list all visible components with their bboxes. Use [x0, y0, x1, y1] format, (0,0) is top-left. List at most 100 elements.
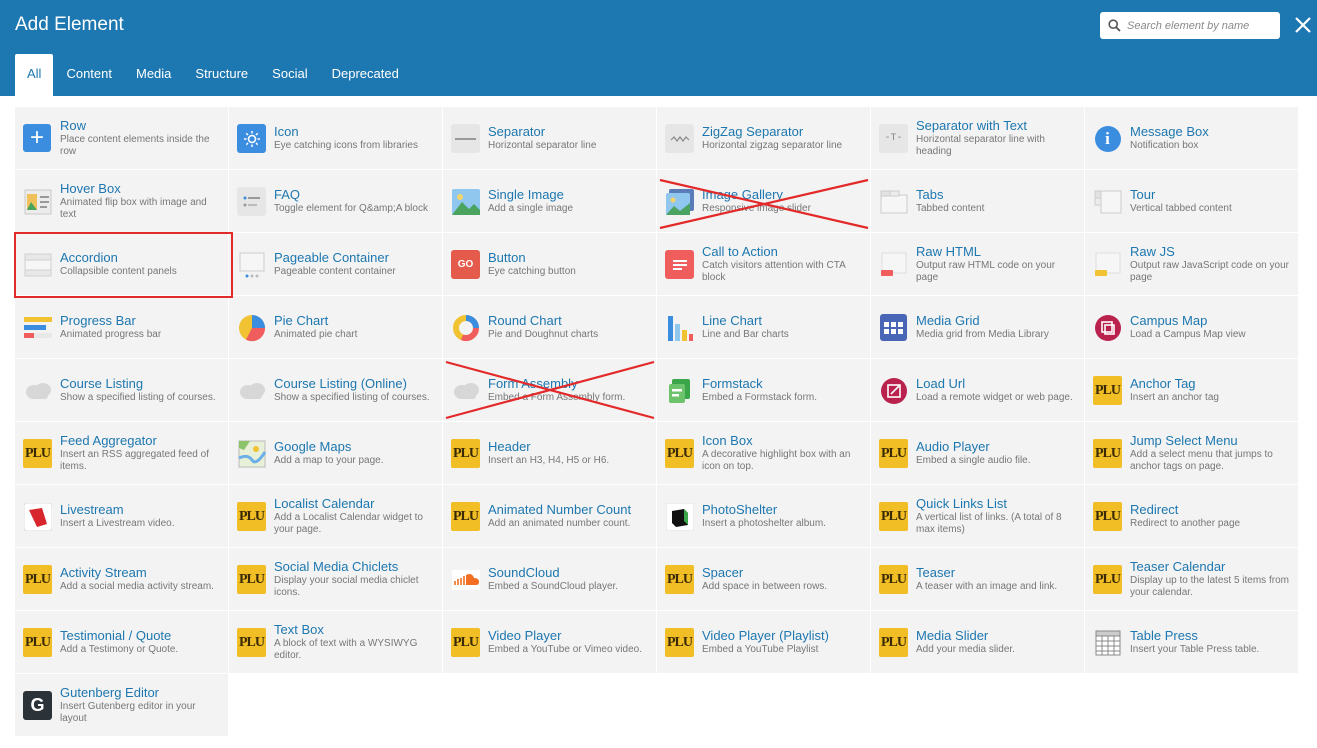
element-description: Horizontal zigzag separator line: [702, 140, 843, 151]
element-card-separator[interactable]: Separator Horizontal separator line: [443, 107, 656, 169]
element-card-animated-number-count[interactable]: PLU Animated Number Count Add an animated …: [443, 485, 656, 547]
element-card-table-press[interactable]: Table Press Insert your Table Press table…: [1085, 611, 1298, 673]
element-card-tabs[interactable]: Tabs Tabbed content: [871, 170, 1084, 232]
element-name: Livestream: [60, 502, 124, 517]
element-card-testimonial-quote[interactable]: PLU Testimonial / Quote Add a Testimony or…: [15, 611, 228, 673]
element-card-livestream[interactable]: Livestream Insert a Livestream video.: [15, 485, 228, 547]
element-card-icon[interactable]: Icon Eye catching icons from libraries: [229, 107, 442, 169]
element-name: Round Chart: [488, 313, 562, 328]
tab-social[interactable]: Social: [260, 54, 319, 96]
element-card-media-grid[interactable]: Media Grid Media grid from Media Library: [871, 296, 1084, 358]
element-name: Raw HTML: [916, 244, 982, 259]
element-name: Gutenberg Editor: [60, 685, 160, 700]
element-card-accordion[interactable]: Accordion Collapsible content panels: [15, 233, 228, 295]
element-description: Catch visitors attention with CTA block: [702, 260, 846, 283]
element-description: Tabbed content: [916, 203, 985, 214]
plu-logo-icon: PLU: [1093, 502, 1122, 531]
search-box[interactable]: [1100, 12, 1280, 39]
element-description: Insert an anchor tag: [1130, 392, 1219, 403]
modal-title: Add Element: [15, 14, 124, 35]
element-description: Output raw JavaScript code on your page: [1130, 260, 1289, 283]
element-card-anchor-tag[interactable]: PLU Anchor Tag Insert an anchor tag: [1085, 359, 1298, 421]
element-description: Embed a YouTube or Vimeo video.: [488, 644, 642, 655]
element-card-single-image[interactable]: Single Image Add a single image: [443, 170, 656, 232]
search-icon: [1108, 19, 1121, 32]
element-name: Course Listing (Online): [274, 376, 407, 391]
element-card-pie-chart[interactable]: Pie Chart Animated pie chart: [229, 296, 442, 358]
element-card-teaser-calendar[interactable]: PLU Teaser Calendar Display up to the late…: [1085, 548, 1298, 610]
element-card-faq[interactable]: FAQ Toggle element for Q&amp;A block: [229, 170, 442, 232]
element-card-social-media-chiclets[interactable]: PLU Social Media Chiclets Display your soc…: [229, 548, 442, 610]
element-name: Single Image: [488, 187, 564, 202]
element-card-formstack[interactable]: Formstack Embed a Formstack form.: [657, 359, 870, 421]
element-card-header[interactable]: PLU Header Insert an H3, H4, H5 or H6.: [443, 422, 656, 484]
element-card-localist-calendar[interactable]: PLU Localist Calendar Add a Localist Calen…: [229, 485, 442, 547]
element-name: Row: [60, 118, 87, 133]
element-card-feed-aggregator[interactable]: PLU Feed Aggregator Insert an RSS aggregat…: [15, 422, 228, 484]
element-card-video-player[interactable]: PLU Video Player Embed a YouTube or Vimeo …: [443, 611, 656, 673]
element-name: Audio Player: [916, 439, 990, 454]
element-card-text-box[interactable]: PLU Text Box A block of text with a WYSIWY…: [229, 611, 442, 673]
element-card-icon-box[interactable]: PLU Icon Box A decorative highlight box wi…: [657, 422, 870, 484]
element-card-round-chart[interactable]: Round Chart Pie and Doughnut charts: [443, 296, 656, 358]
element-card-line-chart[interactable]: Line Chart Line and Bar charts: [657, 296, 870, 358]
element-card-separator-with-text[interactable]: -T- Separator with Text Horizontal separat…: [871, 107, 1084, 169]
element-card-message-box[interactable]: i Message Box Notification box: [1085, 107, 1298, 169]
tab-deprecated[interactable]: Deprecated: [320, 54, 411, 96]
element-card-call-to-action[interactable]: Call to Action Catch visitors attention w…: [657, 233, 870, 295]
element-card-teaser[interactable]: PLU Teaser A teaser with an image and link…: [871, 548, 1084, 610]
tab-content[interactable]: Content: [54, 54, 124, 96]
element-description: Notification box: [1130, 140, 1199, 151]
element-card-soundcloud[interactable]: SoundCloud Embed a SoundCloud player.: [443, 548, 656, 610]
element-card-hover-box[interactable]: Hover Box Animated flip box with image an…: [15, 170, 228, 232]
element-card-raw-js[interactable]: Raw JS Output raw JavaScript code on your…: [1085, 233, 1298, 295]
element-card-photoshelter[interactable]: PhotoShelter Insert a photoshelter album.: [657, 485, 870, 547]
tab-all[interactable]: All: [15, 54, 54, 96]
element-card-zigzag-separator[interactable]: ZigZag Separator Horizontal zigzag separa…: [657, 107, 870, 169]
element-card-gutenberg-editor[interactable]: G Gutenberg Editor Insert Gutenberg editor…: [15, 674, 228, 736]
element-card-pageable-container[interactable]: Pageable Container Pageable content conta…: [229, 233, 442, 295]
element-card-quick-links-list[interactable]: PLU Quick Links List A vertical list of li…: [871, 485, 1084, 547]
element-card-google-maps[interactable]: Google Maps Add a map to your page.: [229, 422, 442, 484]
element-card-jump-select-menu[interactable]: PLU Jump Select Menu Add a select menu tha…: [1085, 422, 1298, 484]
element-card-form-assembly[interactable]: Form Assembly Embed a Form Assembly form.: [443, 359, 656, 421]
element-card-audio-player[interactable]: PLU Audio Player Embed a single audio file…: [871, 422, 1084, 484]
pageable-icon: [237, 250, 266, 279]
element-description: Show a specified listing of courses.: [60, 392, 216, 403]
search-input[interactable]: [1127, 19, 1267, 32]
element-name: Pie Chart: [274, 313, 329, 328]
element-card-load-url[interactable]: Load Url Load a remote widget or web page…: [871, 359, 1084, 421]
photoshelter-icon: [665, 502, 694, 531]
element-card-course-listing[interactable]: Course Listing Show a specified listing o…: [15, 359, 228, 421]
element-card-image-gallery[interactable]: Image Gallery Responsive image slider: [657, 170, 870, 232]
element-card-row[interactable]: + Row Place content elements inside the ro…: [15, 107, 228, 169]
element-name: Jump Select Menu: [1130, 433, 1238, 448]
element-card-progress-bar[interactable]: Progress Bar Animated progress bar: [15, 296, 228, 358]
element-description: Add a map to your page.: [274, 455, 384, 466]
element-description: Insert Gutenberg editor in your layout: [60, 701, 196, 724]
element-card-redirect[interactable]: PLU Redirect Redirect to another page: [1085, 485, 1298, 547]
element-description: Load a remote widget or web page.: [916, 392, 1073, 403]
info-icon: i: [1093, 124, 1122, 153]
element-description: Insert an RSS aggregated feed of items.: [60, 449, 209, 472]
element-card-video-player-playlist[interactable]: PLU Video Player (Playlist) Embed a YouTub…: [657, 611, 870, 673]
close-icon[interactable]: [1292, 14, 1314, 36]
element-card-spacer[interactable]: PLU Spacer Add space in between rows.: [657, 548, 870, 610]
zigzag-icon: [665, 124, 694, 153]
element-card-button[interactable]: GO Button Eye catching button: [443, 233, 656, 295]
element-card-course-listing-online[interactable]: Course Listing (Online) Show a specified …: [229, 359, 442, 421]
element-card-tour[interactable]: Tour Vertical tabbed content: [1085, 170, 1298, 232]
element-description: Eye catching icons from libraries: [274, 140, 418, 151]
element-card-activity-stream[interactable]: PLU Activity Stream Add a social media act…: [15, 548, 228, 610]
element-name: Spacer: [702, 565, 744, 580]
cloud-icon: [451, 376, 480, 405]
media-grid-icon: [879, 313, 908, 342]
tab-structure[interactable]: Structure: [183, 54, 260, 96]
gallery-icon: [665, 187, 694, 216]
element-card-raw-html[interactable]: Raw HTML Output raw HTML code on your pag…: [871, 233, 1084, 295]
element-card-campus-map[interactable]: Campus Map Load a Campus Map view: [1085, 296, 1298, 358]
element-description: Horizontal separator line: [488, 140, 597, 151]
element-card-media-slider[interactable]: PLU Media Slider Add your media slider.: [871, 611, 1084, 673]
tab-media[interactable]: Media: [124, 54, 183, 96]
element-description: Insert a photoshelter album.: [702, 518, 826, 529]
